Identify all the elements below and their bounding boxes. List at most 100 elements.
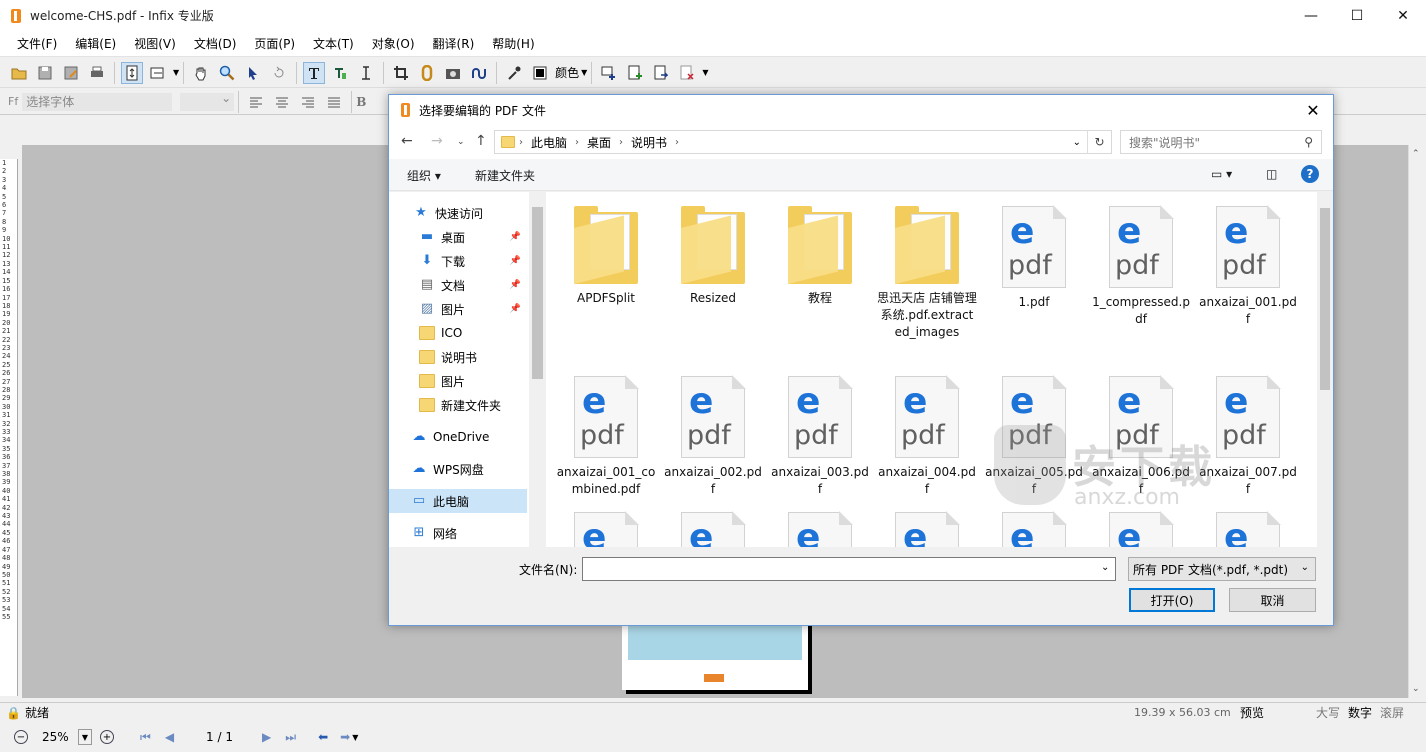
nav-scroll-thumb[interactable] (532, 207, 543, 379)
save-icon[interactable] (34, 62, 56, 84)
pdf-file-item[interactable]: e pdf anxaizai_002.pdf (663, 375, 763, 498)
prev-page-icon[interactable]: ◀ (165, 730, 174, 744)
up-arrow-icon[interactable]: ↑ (475, 133, 487, 149)
pdf-file-item[interactable]: epdf (556, 511, 656, 547)
minimize-icon[interactable]: — (1288, 0, 1334, 31)
text-tool-icon[interactable] (303, 61, 326, 84)
filename-input[interactable] (582, 557, 1116, 581)
vertical-scrollbar[interactable]: ⌃ ⌄ (1408, 145, 1426, 698)
preview-pane-icon[interactable]: ◫ (1266, 167, 1277, 181)
zoom-dropdown[interactable]: ▼ (78, 729, 92, 745)
forward-arrow-icon[interactable]: → (431, 133, 443, 149)
open-button[interactable]: 打开(O) (1129, 588, 1215, 612)
back-icon[interactable]: ⬅ (318, 730, 328, 744)
camera-icon[interactable] (442, 62, 464, 84)
help-icon[interactable]: ? (1301, 165, 1319, 183)
nav-item[interactable]: ICO (389, 321, 527, 345)
hand-icon[interactable] (190, 62, 212, 84)
menu-view[interactable]: 视图(V) (125, 35, 185, 52)
pdf-file-item[interactable]: e pdf anxaizai_004.pdf (877, 375, 977, 498)
chevron-down-icon[interactable]: ▼ (352, 733, 358, 742)
font-select[interactable]: 选择字体 (22, 92, 173, 111)
menu-edit[interactable]: 编辑(E) (66, 35, 125, 52)
save-as-icon[interactable] (60, 62, 82, 84)
folder-item[interactable]: 思迅天店 店铺管理系统.pdf.extracted_images (877, 206, 977, 341)
zoom-out-icon[interactable]: − (14, 730, 28, 744)
menu-document[interactable]: 文档(D) (185, 35, 246, 52)
nav-item[interactable]: ☁ OneDrive (389, 425, 527, 449)
curve-icon[interactable] (468, 62, 490, 84)
pointer-icon[interactable] (242, 62, 264, 84)
breadcrumb-desktop[interactable]: 桌面 (587, 134, 611, 151)
align-left-icon[interactable] (245, 91, 267, 113)
pdf-file-item[interactable]: e pdf 1.pdf (984, 205, 1084, 311)
nav-item[interactable]: ▤ 文档 📌 (389, 273, 527, 297)
nav-item[interactable]: 说明书 (389, 345, 527, 369)
copy-page-icon[interactable] (598, 62, 620, 84)
zoom-in-icon[interactable]: + (100, 730, 114, 744)
chevron-down-icon[interactable]: ▼ (173, 68, 179, 77)
fit-width-icon[interactable] (147, 62, 169, 84)
first-page-icon[interactable]: ⏮ (140, 730, 151, 745)
delete-page-icon[interactable] (676, 62, 698, 84)
zoom-level[interactable]: 25% (42, 730, 72, 744)
menu-text[interactable]: 文本(T) (304, 35, 363, 52)
pdf-file-item[interactable]: epdf (663, 511, 763, 547)
nav-item[interactable]: ▨ 图片 📌 (389, 297, 527, 321)
close-icon[interactable]: ✕ (1293, 95, 1333, 125)
pdf-file-item[interactable]: e pdf anxaizai_001_combined.pdf (556, 375, 656, 498)
cancel-button[interactable]: 取消 (1229, 588, 1316, 612)
menu-object[interactable]: 对象(O) (363, 35, 424, 52)
folder-item[interactable]: APDFSplit (556, 206, 656, 307)
file-scroll-thumb[interactable] (1320, 208, 1330, 390)
new-folder-button[interactable]: 新建文件夹 (475, 167, 535, 184)
last-page-icon[interactable]: ⏭ (285, 730, 296, 745)
insert-page-icon[interactable] (624, 62, 646, 84)
open-icon[interactable] (8, 62, 30, 84)
align-center-icon[interactable] (271, 91, 293, 113)
folder-item[interactable]: Resized (663, 206, 763, 307)
address-bar[interactable]: › 此电脑 › 桌面 › 说明书 › ⌄ (494, 130, 1112, 154)
fit-page-icon[interactable] (121, 61, 143, 84)
nav-item[interactable]: 图片 (389, 369, 527, 393)
breadcrumb-manual[interactable]: 说明书 (631, 134, 667, 151)
pdf-file-item[interactable]: epdf (770, 511, 870, 547)
crop-icon[interactable] (390, 62, 412, 84)
nav-item[interactable]: ▬ 桌面 📌 (389, 225, 527, 249)
search-icon[interactable]: ⚲ (1304, 135, 1313, 149)
view-options-icon[interactable]: ▭ ▾ (1211, 167, 1232, 181)
bold-button[interactable]: B (356, 95, 366, 109)
chevron-down-icon[interactable]: ▼ (581, 68, 587, 77)
nav-item[interactable]: ⬇ 下载 📌 (389, 249, 527, 273)
pin-icon[interactable]: 📌 (510, 280, 521, 290)
menu-translate[interactable]: 翻译(R) (424, 35, 484, 52)
text-frame-icon[interactable] (329, 62, 351, 84)
nav-item[interactable]: 新建文件夹 (389, 393, 527, 417)
refresh-icon[interactable]: ↻ (1087, 130, 1111, 154)
pdf-page-thumbnail[interactable] (622, 618, 808, 690)
eyedropper-icon[interactable] (503, 62, 525, 84)
pdf-file-item[interactable]: e pdf anxaizai_003.pdf (770, 375, 870, 498)
chevron-down-icon[interactable]: ⌄ (1101, 562, 1109, 573)
link-icon[interactable] (416, 62, 438, 84)
nav-item[interactable]: ★ 快速访问 (389, 201, 527, 225)
close-icon[interactable]: ✕ (1380, 0, 1426, 31)
next-page-icon[interactable]: ▶ (262, 730, 271, 744)
search-input[interactable]: 搜索"说明书" ⚲ (1120, 130, 1322, 154)
text-format-icon[interactable] (355, 62, 377, 84)
print-icon[interactable] (86, 62, 108, 84)
pin-icon[interactable]: 📌 (510, 232, 521, 242)
file-type-select[interactable]: 所有 PDF 文档(*.pdf, *.pdt) ⌄ (1128, 557, 1316, 581)
align-right-icon[interactable] (297, 91, 319, 113)
nav-item[interactable]: ▭ 此电脑 (389, 489, 527, 513)
menu-help[interactable]: 帮助(H) (483, 35, 543, 52)
page-indicator[interactable]: 1 / 1 (206, 730, 246, 744)
pdf-file-item[interactable]: e pdf 1_compressed.pdf (1091, 205, 1191, 328)
extract-page-icon[interactable] (650, 62, 672, 84)
pdf-file-item[interactable]: e pdf anxaizai_001.pdf (1198, 205, 1298, 328)
justify-icon[interactable] (323, 91, 345, 113)
chevron-down-icon[interactable]: ▼ (702, 68, 708, 77)
color-label[interactable]: 颜色 (555, 64, 579, 81)
menu-page[interactable]: 页面(P) (245, 35, 304, 52)
chevron-down-icon[interactable]: ⌄ (1073, 137, 1081, 148)
